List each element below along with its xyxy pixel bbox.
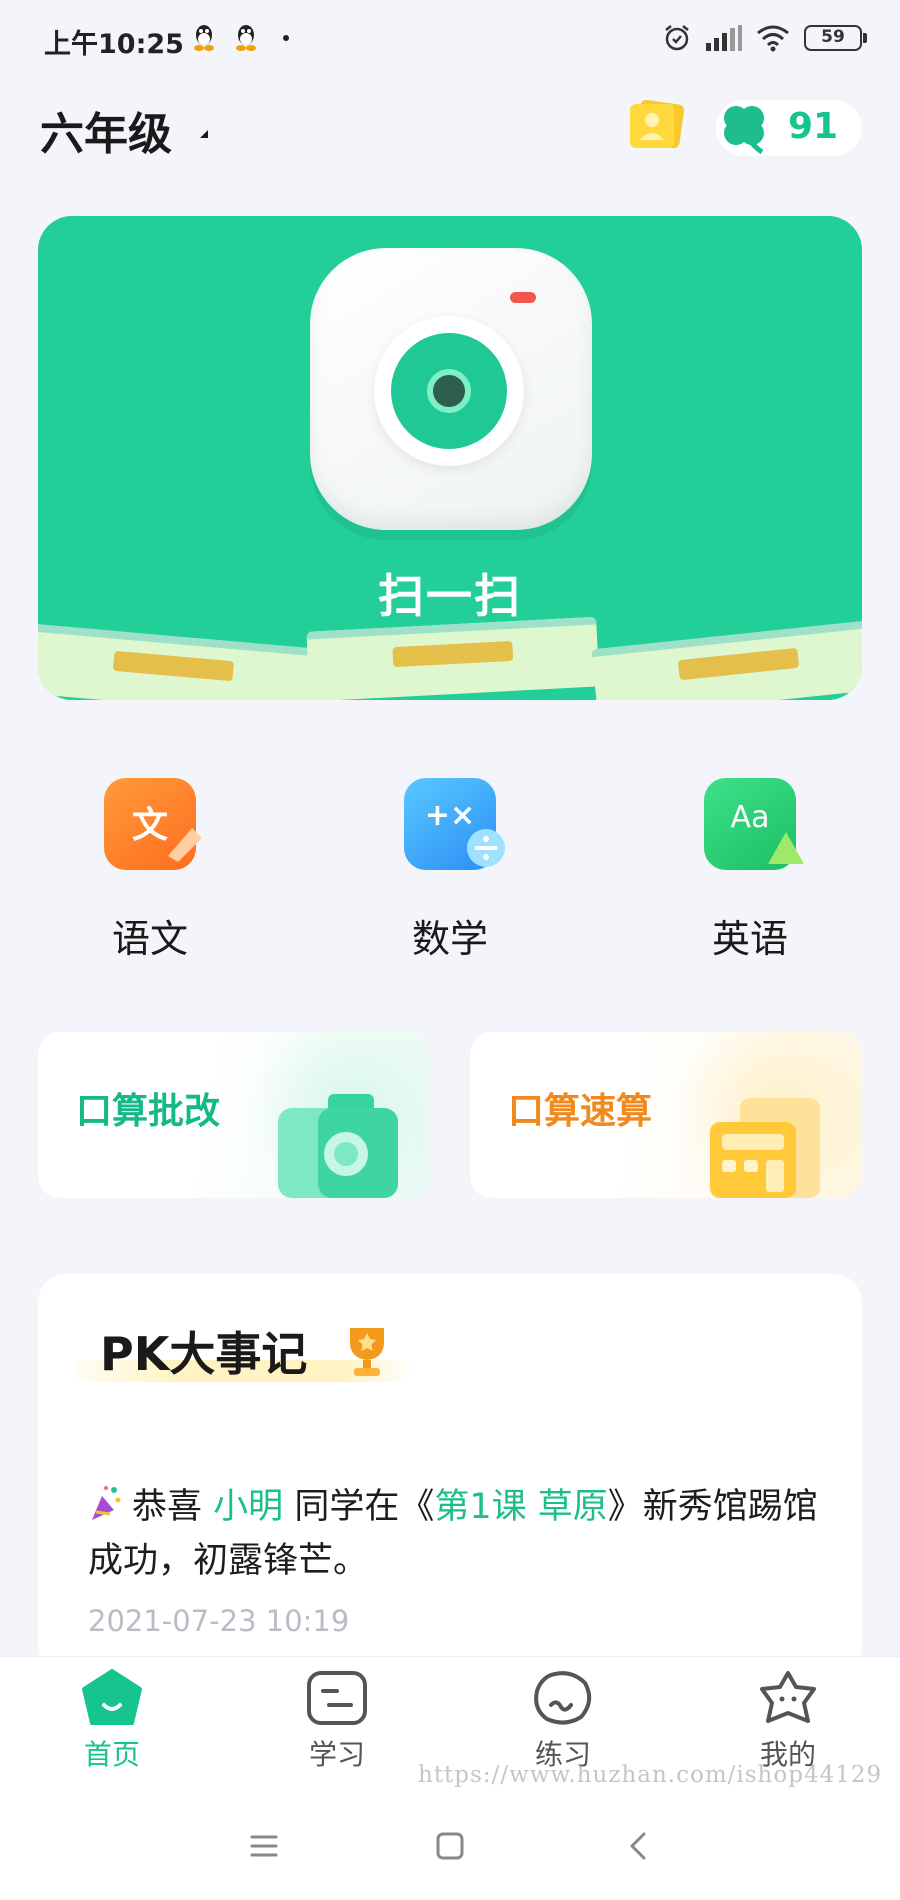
calculator-icon bbox=[710, 1098, 820, 1198]
oral-check-card[interactable]: 口算批改 bbox=[38, 1032, 430, 1198]
scan-banner[interactable]: 扫一扫 bbox=[38, 216, 862, 700]
tab-label: 学习 bbox=[308, 1738, 365, 1771]
oral-check-label: 口算批改 bbox=[76, 1091, 221, 1132]
party-popper-icon bbox=[92, 1486, 121, 1520]
message-text: 恭喜 bbox=[132, 1487, 203, 1527]
subject-chinese[interactable]: 文 语文 bbox=[70, 778, 230, 961]
subject-label: 英语 bbox=[711, 917, 788, 961]
book-illustration bbox=[306, 616, 600, 700]
status-time: 上午10:25 bbox=[44, 29, 184, 60]
qq-notification-icon bbox=[194, 25, 214, 51]
calculator-icon: +× bbox=[404, 778, 505, 870]
study-face-icon bbox=[307, 1671, 367, 1725]
menu-icon[interactable] bbox=[244, 1826, 284, 1866]
home-square-icon[interactable] bbox=[430, 1826, 470, 1866]
divide-icon bbox=[467, 829, 505, 867]
subject-english[interactable]: Aa 英语 bbox=[670, 778, 830, 961]
app-screen: 上午10:25 59 六年级 91 扫一扫 文 语文 +× 数学 Aa 英语 口… bbox=[0, 0, 900, 1900]
home-face-icon bbox=[82, 1669, 142, 1725]
me-star-icon bbox=[760, 1671, 816, 1723]
subject-math[interactable]: +× 数学 bbox=[370, 778, 530, 961]
system-nav-bar bbox=[0, 1792, 900, 1900]
signal-icon bbox=[706, 25, 742, 51]
more-notifications-dot bbox=[283, 35, 289, 41]
tab-home[interactable]: 首页 bbox=[42, 1669, 182, 1789]
clover-icon bbox=[724, 106, 764, 155]
alarm-icon bbox=[665, 25, 689, 51]
camera-icon bbox=[278, 1094, 398, 1198]
message-text: 同学在《 bbox=[294, 1487, 435, 1527]
oral-speed-label: 口算速算 bbox=[508, 1091, 653, 1132]
oral-speed-card[interactable]: 口算速算 bbox=[470, 1032, 862, 1198]
pk-event-message: 恭喜 小明 同学在《第1课 草原》新秀馆踢馆成功，初露锋芒。 bbox=[88, 1480, 828, 1588]
status-indicators: 59 bbox=[662, 22, 867, 54]
camera-icon bbox=[310, 248, 592, 530]
clover-count: 91 bbox=[788, 106, 839, 147]
trophy-icon bbox=[350, 1328, 384, 1376]
book-illustration bbox=[591, 619, 862, 700]
camera-flash bbox=[510, 292, 536, 303]
subject-label: 语文 bbox=[111, 917, 188, 961]
english-letters-icon: Aa bbox=[704, 778, 804, 870]
chinese-book-icon: 文 bbox=[104, 778, 202, 870]
student-name[interactable]: 小明 bbox=[213, 1487, 283, 1527]
grade-selector[interactable]: 六年级 bbox=[40, 98, 172, 162]
pencil-icon bbox=[168, 828, 202, 862]
tab-label: 首页 bbox=[83, 1738, 140, 1771]
id-card-icon[interactable] bbox=[626, 100, 686, 150]
triangle-icon bbox=[768, 832, 804, 864]
practice-face-icon bbox=[534, 1671, 592, 1725]
tab-study[interactable]: 学习 bbox=[267, 1669, 407, 1789]
event-timestamp: 2021-07-23 10:19 bbox=[88, 1604, 350, 1638]
pk-events-card[interactable]: PK大事记 恭喜 小明 同学在《第1课 草原》新秀馆踢馆成功，初露锋芒。 202… bbox=[38, 1274, 862, 1674]
battery-indicator: 59 bbox=[804, 25, 867, 51]
lesson-link[interactable]: 第1课 草原 bbox=[434, 1487, 607, 1527]
status-bar: 上午10:25 59 bbox=[0, 0, 900, 74]
caret-down-icon[interactable] bbox=[200, 130, 208, 138]
subject-label: 数学 bbox=[411, 917, 488, 961]
pk-title: PK大事记 bbox=[100, 1327, 308, 1381]
book-illustration bbox=[38, 623, 321, 700]
qq-notification-icon bbox=[236, 25, 256, 51]
scan-label: 扫一扫 bbox=[378, 569, 522, 623]
back-icon[interactable] bbox=[620, 1826, 660, 1866]
camera-lens bbox=[374, 316, 524, 466]
watermark: https://www.huzhan.com/ishop44129 bbox=[418, 1762, 883, 1788]
wifi-icon bbox=[757, 25, 789, 52]
